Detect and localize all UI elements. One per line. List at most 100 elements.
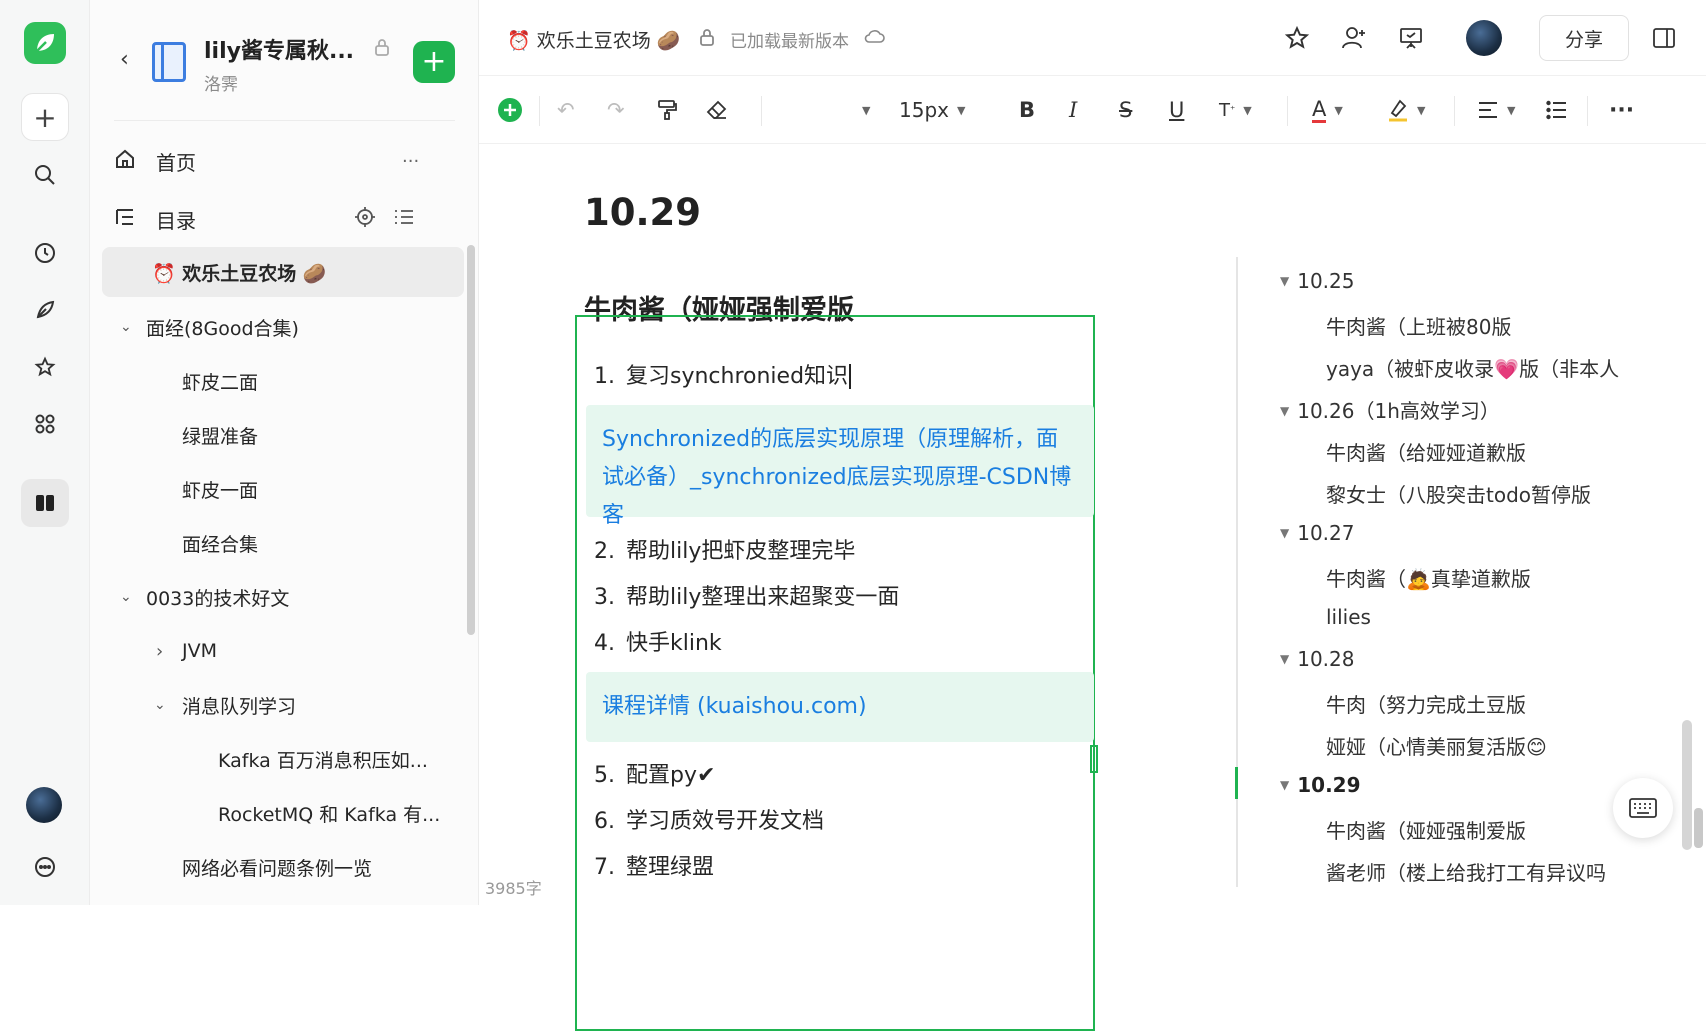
add-button[interactable]: + — [413, 41, 455, 83]
more-dots-icon[interactable]: ··· — [1609, 94, 1634, 126]
locate-icon[interactable] — [354, 206, 376, 233]
sidebar-toggle-icon[interactable] — [1646, 20, 1682, 56]
tree-item[interactable]: 网络必看问题条例一览 — [90, 842, 479, 892]
tree-item[interactable]: ⌄ 消息队列学习 — [90, 680, 479, 730]
doc-title[interactable]: ⏰ 欢乐土豆农场 🥔 — [507, 26, 680, 53]
align-icon[interactable]: ▼ — [1477, 94, 1515, 126]
chevron-down-icon[interactable]: ⌄ — [120, 319, 132, 335]
list-settings-icon[interactable] — [393, 206, 415, 233]
chevron-down-icon[interactable]: ⌄ — [154, 697, 166, 713]
outline-item[interactable]: yaya（被虾皮收录💗版（非本人 — [1326, 353, 1619, 382]
underline-icon[interactable]: U — [1169, 94, 1184, 126]
link-card[interactable]: Synchronized的底层实现原理（原理解析，面试必备）_synchroni… — [586, 405, 1094, 528]
more-icon[interactable] — [21, 843, 69, 891]
outline-item[interactable]: ▼ 10.25 — [1280, 269, 1355, 293]
toc-icon — [114, 206, 136, 233]
list-text: 复习synchronied知识 — [626, 364, 849, 389]
list-number: 3. — [594, 585, 615, 610]
eraser-icon[interactable] — [706, 94, 728, 126]
clock-icon[interactable] — [21, 229, 69, 277]
outline-item[interactable]: ▼ 10.27 — [1280, 521, 1355, 545]
sidebar-scrollbar[interactable] — [467, 245, 475, 635]
list-item[interactable]: 6. 学习质效号开发文档 — [594, 803, 824, 835]
user-avatar[interactable] — [1466, 20, 1502, 56]
paragraph-style-dropdown[interactable]: ▼ — [854, 94, 870, 126]
page-scrollbar[interactable] — [1694, 808, 1703, 848]
tree-item-selected[interactable]: ⏰ 欢乐土豆农场 🥔 — [102, 247, 464, 297]
outline-item[interactable]: 牛肉（努力完成土豆版 — [1326, 689, 1526, 718]
list-item[interactable]: 4. 快手klink — [594, 625, 722, 657]
feather-icon[interactable] — [21, 286, 69, 334]
back-icon[interactable]: ‹ — [120, 47, 129, 72]
link-card[interactable]: 课程详情 (kuaishou.com) — [586, 672, 1094, 742]
tree-item[interactable]: 绿盟准备 — [90, 410, 479, 460]
star-icon[interactable] — [1279, 20, 1315, 56]
tree-item[interactable]: Kafka 百万消息积压如... — [90, 734, 479, 784]
format-toolbar: ↶ ↷ ▼ 15px ▼ B I S U T ⁺ ▼ A ▼ ▼ ▼ ··· — [479, 76, 1706, 144]
list-item[interactable]: 2. 帮助lily把虾皮整理完毕 — [594, 533, 855, 565]
nav-home[interactable]: 首页 ··· — [90, 136, 479, 186]
list-item[interactable]: 7. 整理绿盟 — [594, 849, 714, 881]
presentation-icon[interactable] — [1393, 20, 1429, 56]
tree-item[interactable]: 虾皮一面 — [90, 464, 479, 514]
outline-item[interactable]: 牛肉酱（娅娅强制爱版 — [1326, 815, 1526, 844]
knowledge-base-icon — [152, 42, 186, 82]
list-item[interactable]: 3. 帮助lily整理出来超聚变一面 — [594, 579, 899, 611]
bold-icon[interactable]: B — [1019, 94, 1035, 126]
kb-title[interactable]: lily酱专属秋... — [204, 33, 354, 65]
editor[interactable]: 10.29 牛肉酱（娅娅强制爱版 1. 复习synchronied知识 Synch… — [479, 145, 1239, 1031]
outline-item[interactable]: 牛肉酱（给娅娅道歉版 — [1326, 437, 1526, 466]
tree-item[interactable]: › JVM — [90, 626, 479, 676]
book-icon[interactable] — [21, 479, 69, 527]
tree-item[interactable]: 面经合集 — [90, 518, 479, 568]
share-button[interactable]: 分享 — [1539, 15, 1629, 61]
logo-icon[interactable] — [24, 22, 66, 64]
topbar: ⏰ 欢乐土豆农场 🥔 已加载最新版本 分享 — [479, 0, 1706, 76]
outline-item[interactable]: 酱老师（楼上给我打工有异议吗 — [1326, 857, 1606, 886]
outline-item-active[interactable]: ▼ 10.29 — [1280, 773, 1361, 797]
more-dots-icon[interactable]: ··· — [402, 151, 419, 172]
outline-item[interactable]: ▼ 10.28 — [1280, 647, 1355, 671]
list-number: 6. — [594, 809, 615, 834]
tree-item-label: 网络必看问题条例一览 — [182, 857, 373, 880]
outline-item[interactable]: 黎女士（八股突击todo暂停版 — [1326, 479, 1591, 508]
add-collaborator-icon[interactable] — [1336, 20, 1372, 56]
outline-item[interactable]: 牛肉酱（上班被80版 — [1326, 311, 1511, 340]
list-item[interactable]: 5. 配置py✔ — [594, 757, 715, 789]
resize-handle[interactable] — [1090, 745, 1098, 773]
italic-icon[interactable]: I — [1069, 94, 1077, 126]
outline-item-label: 酱老师（楼上给我打工有异议吗 — [1326, 861, 1606, 885]
chevron-right-icon[interactable]: › — [156, 641, 163, 662]
outline-item[interactable]: 牛肉酱（🙇真挚道歉版 — [1326, 563, 1531, 592]
undo-icon[interactable]: ↶ — [557, 94, 575, 126]
format-painter-icon[interactable] — [656, 94, 678, 126]
divider — [1454, 96, 1455, 126]
font-color-icon[interactable]: A ▼ — [1312, 94, 1343, 126]
tree-item[interactable]: ⌄ 0033的技术好文 — [90, 572, 479, 622]
insert-icon[interactable] — [497, 94, 523, 126]
apps-icon[interactable] — [21, 400, 69, 448]
nav-toc[interactable]: 目录 — [90, 194, 479, 244]
outline-scrollbar[interactable] — [1682, 720, 1692, 850]
list-item[interactable]: 1. 复习synchronied知识 — [594, 358, 859, 390]
star-icon[interactable] — [21, 343, 69, 391]
outline-item[interactable]: lilies — [1326, 605, 1371, 629]
bullet-list-icon[interactable] — [1546, 94, 1568, 126]
new-doc-button[interactable]: + — [21, 93, 69, 141]
tree-item[interactable]: RocketMQ 和 Kafka 有... — [90, 788, 479, 838]
nav-home-label: 首页 — [156, 150, 196, 175]
tree-item[interactable]: 虾皮二面 — [90, 356, 479, 406]
tree-item[interactable]: ⌄ 面经(8Good合集) — [90, 302, 479, 352]
avatar[interactable] — [26, 787, 62, 823]
font-size-dropdown[interactable]: 15px ▼ — [899, 94, 965, 126]
chevron-down-icon[interactable]: ⌄ — [120, 589, 132, 605]
outline-item[interactable]: 娅娅（心情美丽复活版😊 — [1326, 731, 1547, 760]
dropdown-icon: ▼ — [1334, 103, 1343, 117]
strikethrough-icon[interactable]: S — [1119, 94, 1132, 126]
keyboard-icon[interactable] — [1613, 778, 1673, 838]
outline-item[interactable]: ▼ 10.26（1h高效学习） — [1280, 395, 1500, 424]
search-icon[interactable] — [21, 151, 69, 199]
text-effect-icon[interactable]: T ⁺ ▼ — [1219, 94, 1252, 126]
redo-icon[interactable]: ↷ — [607, 94, 625, 126]
highlight-icon[interactable]: ▼ — [1387, 94, 1425, 126]
